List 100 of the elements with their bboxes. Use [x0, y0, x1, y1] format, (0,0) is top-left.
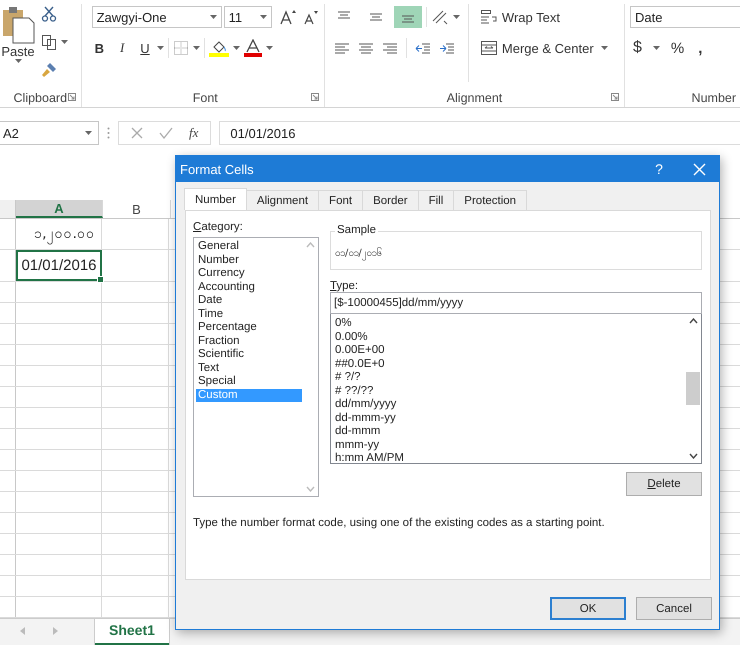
align-center-icon[interactable]: [358, 41, 374, 55]
sheet-tab[interactable]: Sheet1: [95, 619, 169, 645]
more-icon: [107, 127, 110, 139]
list-item[interactable]: 0.00E+00: [334, 344, 685, 358]
dialog-launcher-icon[interactable]: [310, 93, 319, 101]
shrink-font-icon[interactable]: [304, 9, 318, 25]
list-item[interactable]: mmm-yy: [334, 438, 685, 452]
copy-icon[interactable]: [41, 34, 57, 50]
decrease-indent-icon[interactable]: [414, 41, 431, 55]
list-item[interactable]: Accounting: [197, 280, 302, 294]
underline-button[interactable]: U: [137, 38, 153, 58]
list-item[interactable]: Fraction: [197, 334, 302, 348]
bold-button[interactable]: B: [92, 38, 107, 58]
merge-icon: [480, 40, 498, 56]
font-color-icon[interactable]: [244, 39, 262, 57]
cancel-icon[interactable]: [131, 127, 143, 139]
dialog-launcher-icon[interactable]: [611, 93, 620, 101]
list-item[interactable]: dd-mmm: [334, 425, 685, 438]
tab[interactable]: Protection: [453, 190, 528, 210]
help-button[interactable]: ?: [639, 156, 679, 182]
select-all-button[interactable]: [0, 200, 16, 218]
caret-icon[interactable]: [14, 59, 22, 63]
vertical-align-button[interactable]: [394, 6, 422, 28]
sample-label: Sample: [335, 224, 378, 236]
fill-color-icon[interactable]: [208, 39, 229, 57]
format-painter-icon[interactable]: [41, 62, 57, 78]
list-item[interactable]: Number: [197, 254, 302, 267]
list-item[interactable]: dd-mmm-yy: [334, 412, 685, 425]
category-list[interactable]: General Number Currency Accounting Date Time Percentage Fraction Scientific Text Special Custom: [193, 237, 319, 497]
dialog-title: Format Cells: [180, 162, 255, 176]
list-item[interactable]: Text: [197, 362, 302, 375]
insert-function-button[interactable]: fx: [189, 125, 198, 141]
scroll-up-icon[interactable]: [688, 318, 698, 324]
tab[interactable]: Number: [184, 188, 247, 210]
previous-sheet-icon[interactable]: [20, 627, 25, 635]
paste-button[interactable]: Paste: [1, 4, 35, 89]
wrap-text-button[interactable]: Wrap Text: [476, 4, 608, 30]
format-list[interactable]: 0% 0.00% 0.00E+00 ##0.0E+0 # ?/? # ??/?? dd/mm/yyyy dd-mmm-yy dd-mmm mmm-yy h:mm AM/PM: [330, 314, 702, 464]
borders-icon[interactable]: [172, 40, 189, 56]
percent-button[interactable]: %: [668, 38, 688, 58]
caret-icon[interactable]: [61, 40, 68, 44]
comma-button[interactable]: ,: [695, 38, 706, 58]
list-item[interactable]: Date: [197, 294, 302, 308]
cut-icon[interactable]: [41, 6, 57, 22]
caret-icon[interactable]: [85, 131, 92, 135]
group-label: Font: [192, 91, 218, 105]
fill-handle[interactable]: [97, 276, 104, 283]
list-item[interactable]: # ?/?: [334, 371, 685, 384]
dialog-button[interactable]: OK: [550, 597, 626, 620]
table-cell[interactable]: ၁,၂၀၀.၀၀: [16, 219, 102, 249]
dialog-launcher-icon[interactable]: [68, 93, 76, 101]
list-item[interactable]: ##0.0E+0: [334, 358, 685, 371]
dialog-button[interactable]: Cancel: [636, 597, 712, 620]
increase-indent-icon[interactable]: [438, 41, 455, 55]
list-item[interactable]: Time: [197, 308, 302, 321]
enter-icon[interactable]: [159, 127, 173, 139]
list-item[interactable]: General: [197, 240, 302, 254]
caret-icon[interactable]: [232, 46, 240, 50]
caret-icon[interactable]: [652, 46, 660, 50]
caret-icon[interactable]: [260, 15, 267, 19]
delete-button[interactable]: Delete: [626, 472, 702, 496]
list-item[interactable]: 0.00%: [334, 330, 685, 344]
caret-icon[interactable]: [600, 46, 608, 50]
orientation-icon[interactable]: [430, 9, 449, 25]
list-item[interactable]: Currency: [197, 267, 302, 280]
type-label: Type:: [330, 280, 360, 292]
list-item[interactable]: h:mm AM/PM: [334, 452, 685, 466]
list-item[interactable]: Percentage: [197, 321, 302, 334]
align-left-icon[interactable]: [334, 41, 350, 55]
name-box[interactable]: A2: [0, 121, 99, 145]
caret-icon[interactable]: [210, 15, 217, 19]
formula-field[interactable]: 01/01/2016: [219, 121, 740, 145]
scroll-down-icon[interactable]: [688, 453, 698, 459]
group-label: Clipboard: [14, 91, 68, 105]
list-item[interactable]: 0%: [334, 317, 685, 330]
align-right-icon[interactable]: [382, 41, 398, 55]
font-name-field[interactable]: Zawgyi-One: [92, 6, 222, 28]
group-label: Number: [692, 91, 736, 105]
number-format-field[interactable]: Date: [630, 6, 740, 28]
font-size-field[interactable]: 11: [224, 6, 272, 28]
list-item[interactable]: Scientific: [197, 348, 302, 362]
next-sheet-icon[interactable]: [53, 627, 58, 635]
sample-value: ၀၁/၀၁/၂၀၁၆: [335, 248, 383, 259]
currency-button[interactable]: $: [630, 37, 645, 59]
caret-icon[interactable]: [156, 46, 164, 50]
category-label: Category:: [193, 221, 244, 235]
italic-button[interactable]: I: [116, 38, 128, 58]
list-item[interactable]: # ??/??: [334, 384, 685, 398]
caret-icon[interactable]: [266, 46, 273, 50]
scrollbar-thumb[interactable]: [686, 372, 700, 405]
list-item[interactable]: dd/mm/yyyy: [334, 398, 685, 412]
caret-icon[interactable]: [452, 15, 460, 19]
grow-font-icon[interactable]: [280, 9, 296, 25]
type-field[interactable]: [$-10000455]dd/mm/yyyy: [330, 292, 702, 314]
merge-center-button[interactable]: Merge & Center: [476, 38, 597, 58]
list-item[interactable]: Special: [197, 375, 302, 388]
caret-icon[interactable]: [192, 46, 200, 50]
column-header[interactable]: B: [103, 200, 171, 218]
table-cell[interactable]: 01/01/2016: [16, 250, 102, 281]
column-header[interactable]: A: [16, 200, 103, 218]
